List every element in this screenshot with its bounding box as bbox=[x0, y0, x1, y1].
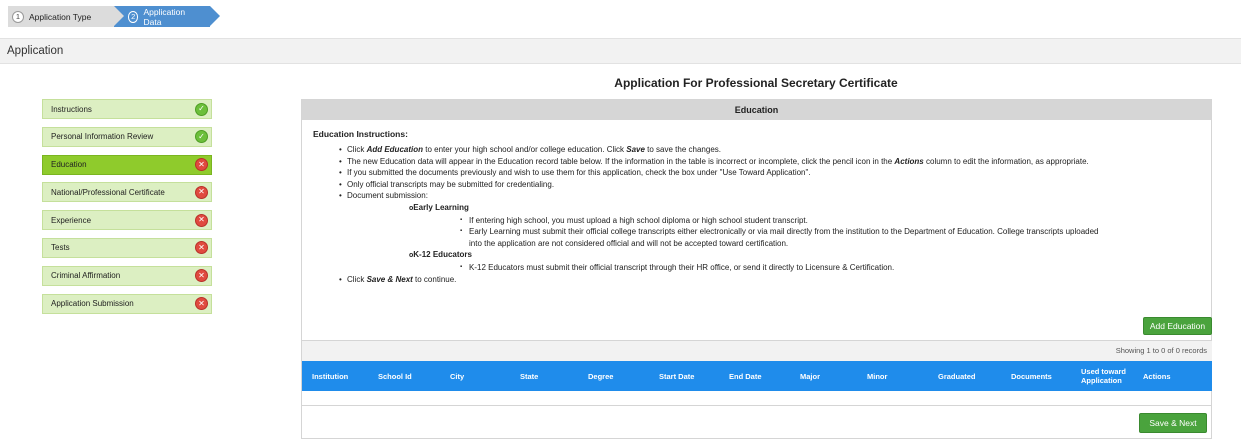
instruction-subitem: If entering high school, you must upload… bbox=[302, 215, 1210, 227]
sidebar-item-label: Tests bbox=[51, 243, 70, 253]
sidebar-item-experience[interactable]: Experience ✕ bbox=[42, 210, 212, 231]
instruction-item: If you submitted the documents previousl… bbox=[302, 167, 1210, 179]
wizard-steps: 1 Application Type 2 Application Data bbox=[8, 6, 220, 27]
application-header: Application bbox=[0, 38, 1241, 64]
sidebar-item-label: Experience bbox=[51, 215, 92, 225]
instruction-subitem-continued: into the application are not considered … bbox=[469, 238, 789, 248]
instruction-emphasis: Save bbox=[626, 145, 645, 154]
page-title: Application For Professional Secretary C… bbox=[614, 76, 898, 90]
x-circle-icon: ✕ bbox=[195, 185, 208, 199]
subheading-early-learning: Early Learning bbox=[302, 202, 1210, 215]
x-circle-icon: ✕ bbox=[195, 297, 208, 311]
x-circle-icon: ✕ bbox=[195, 241, 208, 255]
step-label: Application Data bbox=[143, 6, 186, 27]
x-circle-icon: ✕ bbox=[195, 269, 208, 283]
sidebar-item-national-professional-certificate[interactable]: National/Professional Certificate ✕ bbox=[42, 182, 212, 203]
instruction-text: to enter your high school and/or college… bbox=[423, 145, 627, 154]
instruction-text: The new Education data will appear in th… bbox=[347, 156, 895, 166]
instructions-list: Click Add Education to enter your high s… bbox=[302, 144, 1210, 285]
sidebar-item-label: Personal Information Review bbox=[51, 132, 154, 142]
step-number: 1 bbox=[12, 10, 24, 23]
column-header-graduated[interactable]: Graduated bbox=[928, 361, 1001, 391]
panel-title: Education bbox=[302, 100, 1211, 120]
instruction-text: Click bbox=[347, 145, 367, 154]
x-circle-icon: ✕ bbox=[195, 158, 208, 172]
column-header-minor[interactable]: Minor bbox=[857, 361, 928, 391]
column-header-documents[interactable]: Documents bbox=[1001, 361, 1071, 391]
instructions-title: Education Instructions: bbox=[313, 129, 408, 139]
sidebar-nav: Instructions ✓ Personal Information Revi… bbox=[42, 99, 212, 321]
sidebar-item-application-submission[interactable]: Application Submission ✕ bbox=[42, 293, 212, 314]
sidebar-item-label: Criminal Affirmation bbox=[51, 271, 121, 281]
instruction-emphasis: Actions bbox=[894, 156, 924, 166]
column-header-actions[interactable]: Actions bbox=[1133, 361, 1192, 391]
instruction-text: Click bbox=[347, 274, 367, 284]
sidebar-item-label: Application Submission bbox=[51, 299, 134, 309]
column-header-used-toward-application[interactable]: Used toward Application bbox=[1071, 361, 1133, 391]
instruction-emphasis: Add Education bbox=[366, 145, 424, 154]
instruction-subitem: Early Learning must submit their officia… bbox=[302, 226, 1210, 238]
check-circle-icon: ✓ bbox=[195, 102, 208, 116]
instruction-item: Click Save & Next to continue. bbox=[302, 274, 1210, 286]
instruction-item: The new Education data will appear in th… bbox=[302, 156, 1210, 168]
sidebar-item-instructions[interactable]: Instructions ✓ bbox=[42, 99, 212, 119]
column-header-end-date[interactable]: End Date bbox=[719, 361, 790, 391]
wizard-step-application-data[interactable]: 2 Application Data bbox=[114, 6, 220, 27]
instruction-item: Document submission: bbox=[302, 190, 1210, 202]
column-header-state[interactable]: State bbox=[510, 361, 578, 391]
header-title: Application bbox=[7, 45, 64, 57]
education-records-table: Showing 1 to 0 of 0 records Institution … bbox=[302, 340, 1212, 406]
education-panel: Education Education Instructions: Click … bbox=[301, 99, 1212, 439]
subheading-k12-educators: K-12 Educators bbox=[302, 249, 1210, 262]
save-and-next-button[interactable]: Save & Next bbox=[1139, 413, 1207, 433]
sidebar-item-label: Education bbox=[51, 160, 87, 170]
table-header-row: Institution School Id City State Degree … bbox=[302, 361, 1212, 391]
instruction-subitem: K-12 Educators must submit their officia… bbox=[302, 262, 1210, 274]
x-circle-icon: ✕ bbox=[195, 213, 208, 227]
table-record-count: Showing 1 to 0 of 0 records bbox=[302, 341, 1212, 361]
sidebar-item-criminal-affirmation[interactable]: Criminal Affirmation ✕ bbox=[42, 265, 212, 286]
instruction-text: to save the changes. bbox=[644, 145, 721, 154]
wizard-step-application-type[interactable]: 1 Application Type bbox=[8, 6, 124, 27]
sidebar-item-tests[interactable]: Tests ✕ bbox=[42, 237, 212, 258]
sidebar-item-label: National/Professional Certificate bbox=[51, 187, 165, 197]
instruction-item: Only official transcripts may be submitt… bbox=[302, 179, 1210, 191]
column-header-start-date[interactable]: Start Date bbox=[649, 361, 719, 391]
step-number: 2 bbox=[128, 10, 139, 23]
column-header-institution[interactable]: Institution bbox=[302, 361, 368, 391]
column-header-major[interactable]: Major bbox=[790, 361, 857, 391]
step-label: Application Type bbox=[29, 11, 92, 22]
add-education-button[interactable]: Add Education bbox=[1143, 317, 1212, 335]
column-header-city[interactable]: City bbox=[440, 361, 510, 391]
instruction-emphasis: Save & Next bbox=[366, 274, 413, 284]
instruction-item: Click Add Education to enter your high s… bbox=[302, 144, 1210, 156]
column-header-school-id[interactable]: School Id bbox=[368, 361, 440, 391]
instruction-text: to continue. bbox=[412, 274, 457, 284]
sidebar-item-label: Instructions bbox=[51, 104, 92, 114]
column-header-degree[interactable]: Degree bbox=[578, 361, 649, 391]
sidebar-item-personal-information-review[interactable]: Personal Information Review ✓ bbox=[42, 126, 212, 147]
sidebar-item-education[interactable]: Education ✕ bbox=[42, 154, 212, 175]
instruction-text: column to edit the information, as appro… bbox=[923, 156, 1089, 166]
check-circle-icon: ✓ bbox=[195, 130, 208, 144]
